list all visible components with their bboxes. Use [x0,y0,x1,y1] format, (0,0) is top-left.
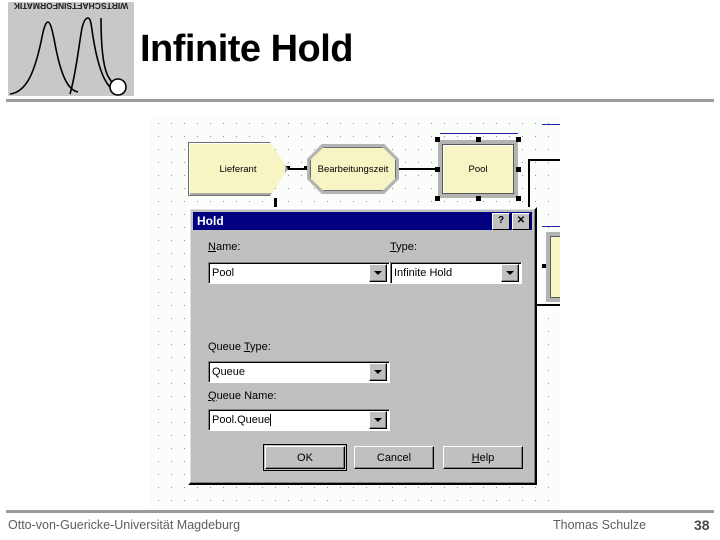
footer-author: Thomas Schulze [553,518,647,532]
close-icon[interactable]: ✕ [512,212,530,230]
dialog-title-text: Hold [197,214,224,228]
type-combo[interactable]: Infinite Hold [390,262,522,284]
name-label-rest: ame: [215,241,241,253]
queue-name-input[interactable]: Pool.Queue [209,414,270,426]
header-divider [6,99,714,102]
node-bearbeitungszeit-label: Bearbeitungszeit [317,163,389,175]
name-label: Name: [208,241,240,253]
partial-guide-line-top [542,124,560,125]
resize-handle-se[interactable] [516,196,521,201]
node-lieferant-label: Lieferant [219,163,257,175]
help-button[interactable]: Help [443,446,523,469]
page-title: Infinite Hold [140,28,354,70]
resize-handle-w[interactable] [435,167,440,172]
chevron-down-icon[interactable] [369,363,387,381]
pool-guide-line [440,133,518,134]
node-lieferant[interactable]: Lieferant [185,139,291,199]
resize-handle-nw[interactable] [435,137,440,142]
hold-dialog[interactable]: Hold ? ✕ Name: Pool Type: Infinite Hold … [188,207,537,485]
resize-handle-ne[interactable] [516,137,521,142]
help-button-accel: H [471,451,480,464]
help-icon[interactable]: ? [492,212,510,230]
footer-institution: Otto-von-Guericke-Universität Magdeburg [8,518,241,532]
slide-header: WIRTSCHAFTSINFORMATIK Infinite Hold [0,0,720,102]
queue-name-label: Queue Name: [208,390,277,402]
ok-button[interactable]: OK [263,444,347,471]
logo-caption-text: WIRTSCHAFTSINFORMATIK [13,2,129,11]
port-partial-in[interactable] [542,264,546,268]
queue-name-label-rest: ueue Name: [216,390,277,402]
queue-type-label: Queue Type: [208,341,271,353]
name-combo-value: Pool [212,267,235,279]
text-caret [270,414,272,426]
resize-handle-e[interactable] [516,167,521,172]
name-label-accel: N [208,241,216,253]
type-combo-value: Infinite Hold [394,267,453,279]
resize-handle-s[interactable] [476,196,481,201]
dialog-titlebar[interactable]: Hold ? ✕ [193,212,532,230]
name-combo[interactable]: Pool [208,262,390,284]
queue-name-combo[interactable]: Pool.Queue [208,409,390,431]
logo-graphic [9,17,127,96]
queue-type-combo-value: Queue [212,366,246,378]
node-bearbeitungszeit[interactable]: Bearbeitungszeit [307,144,399,194]
node-pool-label: Pool [468,163,488,175]
node-partial-right[interactable] [546,232,560,302]
help-button-rest: elp [479,451,495,464]
type-label-rest: ype: [396,241,417,253]
type-label: Type: [390,241,417,253]
node-pool[interactable]: Pool [435,137,521,201]
queue-type-label-rest: ype: [250,341,271,353]
chevron-down-icon[interactable] [369,264,387,282]
footer-page-number: 38 [694,517,710,533]
cancel-button[interactable]: Cancel [354,446,434,469]
university-logo: WIRTSCHAFTSINFORMATIK [8,2,134,96]
queue-type-label-prefix: Queue [208,341,244,353]
queue-name-label-accel: Q [208,390,217,402]
resize-handle-n[interactable] [476,137,481,142]
chevron-down-icon[interactable] [369,411,387,429]
routing-line-top [528,159,560,161]
queue-type-combo[interactable]: Queue [208,361,390,383]
lieferant-marker [274,198,277,207]
partial-guide-line [542,226,560,227]
chevron-down-icon[interactable] [501,264,519,282]
slide-footer: Otto-von-Guericke-Universität Magdeburg … [0,513,720,540]
resize-handle-sw[interactable] [435,196,440,201]
